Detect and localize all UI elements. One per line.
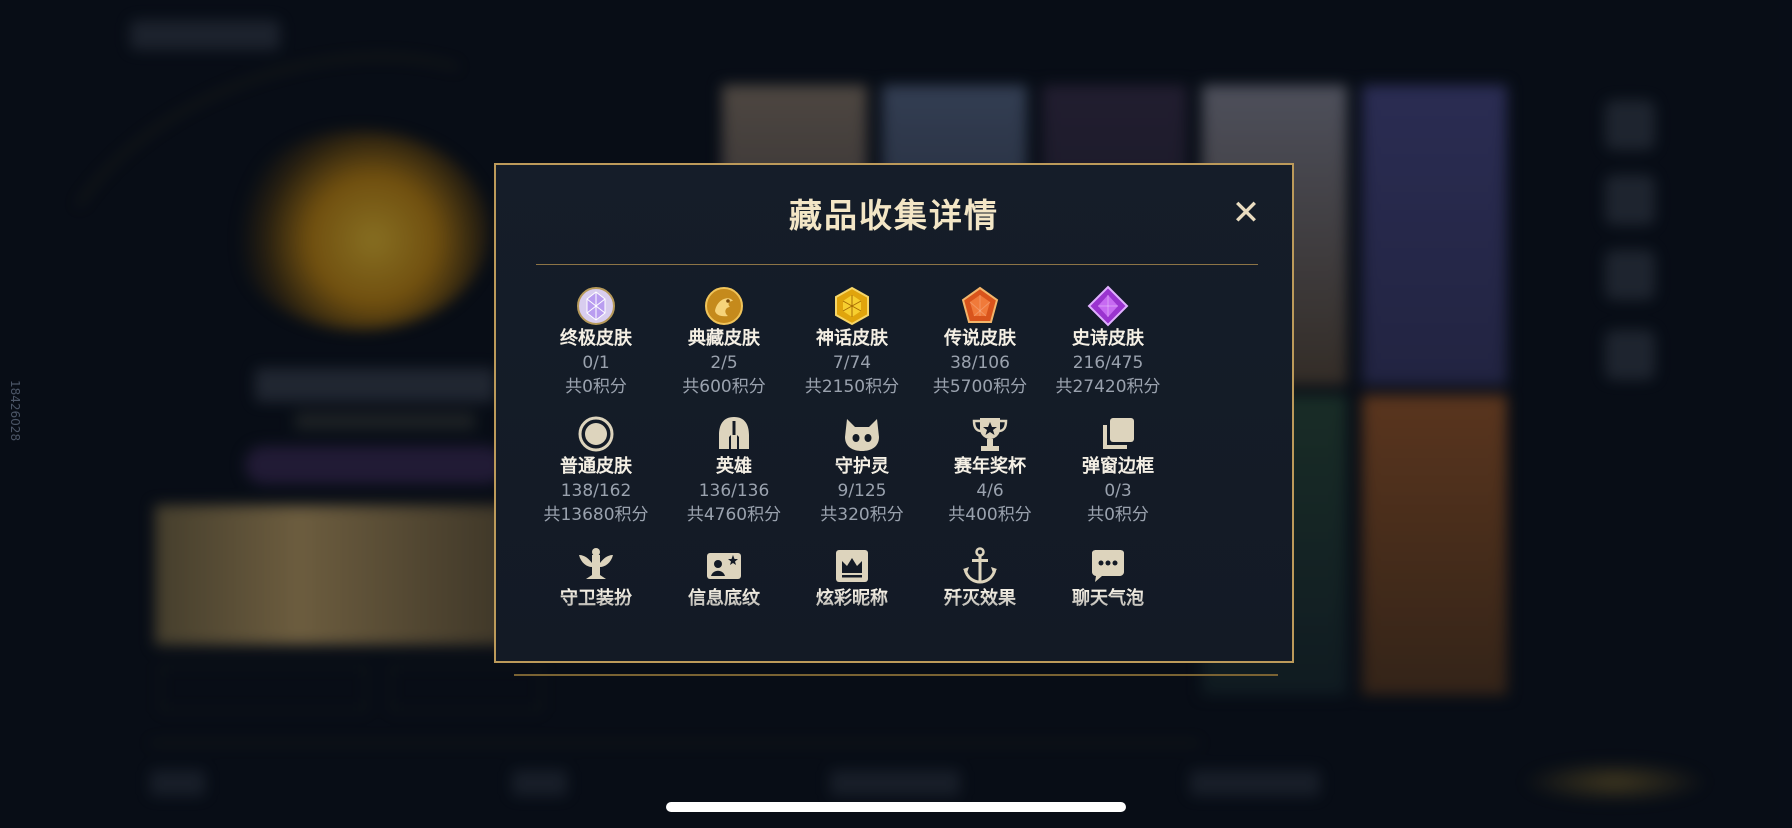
trophy-icon — [969, 413, 1011, 455]
collection-item-kill-effect[interactable]: 歼灭效果 — [910, 545, 1050, 611]
modal-title: 藏品收集详情 — [789, 196, 999, 235]
guardian-pet-icon — [841, 413, 883, 455]
collection-item-points: 共13680积分 — [543, 505, 649, 525]
collection-details-modal: 藏品收集详情 ✕ 终极皮肤 0/1 共0积分 典藏皮肤 2/5 共600积分 神… — [494, 163, 1294, 663]
collection-item-count: 0/3 — [1104, 481, 1132, 501]
collection-item-name: 聊天气泡 — [1072, 588, 1144, 609]
collection-item-name: 神话皮肤 — [816, 328, 888, 349]
collection-item-name: 赛年奖杯 — [954, 456, 1026, 477]
collection-item-name: 信息底纹 — [688, 588, 760, 609]
collection-item-points: 共27420积分 — [1055, 377, 1161, 397]
collection-item-legend-skin[interactable]: 传说皮肤 38/106 共5700积分 — [910, 285, 1050, 399]
epic-gem-icon — [1087, 285, 1129, 327]
collection-item-collector-skin[interactable]: 典藏皮肤 2/5 共600积分 — [654, 285, 794, 399]
legend-gem-icon — [959, 285, 1001, 327]
home-indicator[interactable] — [666, 802, 1126, 812]
collection-item-points: 共2150积分 — [804, 377, 900, 397]
collection-item-name: 守护灵 — [835, 456, 889, 477]
collection-item-count: 38/106 — [950, 353, 1010, 373]
collection-item-chat-bubble[interactable]: 聊天气泡 — [1038, 545, 1178, 611]
collection-item-points: 共0积分 — [1087, 505, 1149, 525]
collection-item-name: 终极皮肤 — [560, 328, 632, 349]
circle-icon — [575, 413, 617, 455]
collection-grid: 终极皮肤 0/1 共0积分 典藏皮肤 2/5 共600积分 神话皮肤 7/74 … — [526, 285, 1266, 655]
collection-item-hero[interactable]: 英雄 136/136 共4760积分 — [664, 413, 804, 527]
collection-item-ward-skin[interactable]: 守卫装扮 — [526, 545, 666, 611]
collection-item-name: 传说皮肤 — [944, 328, 1016, 349]
collection-item-count: 7/74 — [832, 353, 872, 373]
collection-item-name: 炫彩昵称 — [816, 588, 888, 609]
frame-icon — [1097, 413, 1139, 455]
collection-item-info-pattern[interactable]: 信息底纹 — [654, 545, 794, 611]
card-pattern-icon — [703, 545, 745, 587]
collection-item-normal-skin[interactable]: 普通皮肤 138/162 共13680积分 — [526, 413, 666, 527]
collection-item-points: 共400积分 — [948, 505, 1032, 525]
collection-item-name: 弹窗边框 — [1082, 456, 1154, 477]
collection-item-count: 136/136 — [698, 481, 770, 501]
collection-item-guardian[interactable]: 守护灵 9/125 共320积分 — [792, 413, 932, 527]
anchor-icon — [959, 545, 1001, 587]
collection-item-ultimate-skin[interactable]: 终极皮肤 0/1 共0积分 — [526, 285, 666, 399]
collection-item-name: 歼灭效果 — [944, 588, 1016, 609]
mythic-gem-icon — [831, 285, 873, 327]
collection-item-name: 典藏皮肤 — [688, 328, 760, 349]
collection-item-name: 普通皮肤 — [560, 456, 632, 477]
collection-item-count: 9/125 — [837, 481, 887, 501]
collection-item-points: 共600积分 — [682, 377, 766, 397]
collection-item-points: 共320积分 — [820, 505, 904, 525]
collection-item-points: 共4760积分 — [686, 505, 782, 525]
ultimate-gem-icon — [575, 285, 617, 327]
collection-item-popup-frame[interactable]: 弹窗边框 0/3 共0积分 — [1048, 413, 1188, 527]
collection-item-count: 138/162 — [560, 481, 632, 501]
collection-item-count: 4/6 — [976, 481, 1004, 501]
crown-nameplate-icon — [831, 545, 873, 587]
helmet-icon — [713, 413, 755, 455]
chat-bubble-icon — [1087, 545, 1129, 587]
collection-item-points: 共5700积分 — [932, 377, 1028, 397]
collection-item-count: 0/1 — [582, 353, 610, 373]
close-button[interactable]: ✕ — [1228, 195, 1264, 231]
dragon-emblem-icon — [703, 285, 745, 327]
collection-item-points: 共0积分 — [565, 377, 627, 397]
collection-item-epic-skin[interactable]: 史诗皮肤 216/475 共27420积分 — [1038, 285, 1178, 399]
collection-item-mythic-skin[interactable]: 神话皮肤 7/74 共2150积分 — [782, 285, 922, 399]
collection-item-name: 史诗皮肤 — [1072, 328, 1144, 349]
ward-icon — [575, 545, 617, 587]
collection-item-season-trophy[interactable]: 赛年奖杯 4/6 共400积分 — [920, 413, 1060, 527]
collection-item-name: 英雄 — [716, 456, 752, 477]
collection-item-name: 守卫装扮 — [560, 588, 632, 609]
collection-item-count: 2/5 — [710, 353, 738, 373]
collection-item-count: 216/475 — [1072, 353, 1144, 373]
title-divider — [536, 264, 1258, 265]
side-id-text: 18426028 — [8, 380, 22, 442]
collection-item-colorful-nickname[interactable]: 炫彩昵称 — [782, 545, 922, 611]
